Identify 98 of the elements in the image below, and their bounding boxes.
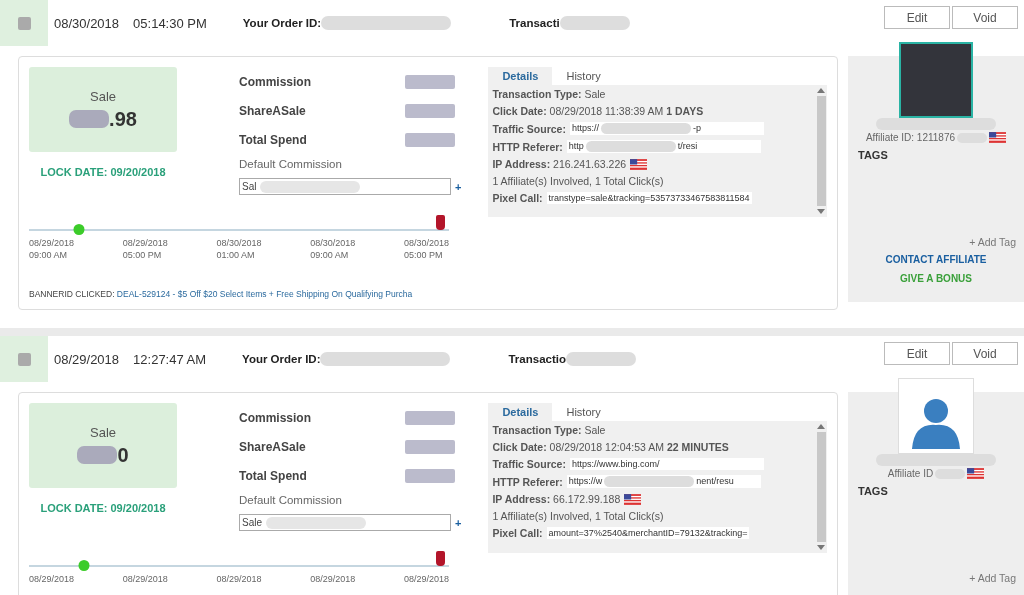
detail-text: IP Address: 66.172.99.188 [492,493,621,506]
affiliate-id: Affiliate ID: 1211876 [865,132,956,143]
add-tag-link[interactable]: + Add Tag [969,572,1016,585]
detail-field: transtype=sale&tracking=53573733467583811584 [546,192,752,204]
tab[interactable]: History [552,403,615,422]
detail-field: amount=37%2540&merchantID=79132&tracking= [546,527,750,540]
detail-label: Pixel Call: [492,527,543,540]
transaction-date: 08/29/2018 [54,351,120,367]
detail-label: Pixel Call: [492,192,543,204]
redacted-block [405,74,456,89]
detail-text: Click Date: 08/29/2018 12:04:53 AM 22 MINUTES [492,441,729,454]
field-label: Commission [239,74,311,89]
detail-text: IP Address: 216.241.63.226 [492,158,627,170]
detail-text: Transaction Type: Sale [492,88,606,100]
tab[interactable]: Details [488,403,553,422]
detail-field: https://www.bing.com/ [569,458,764,471]
scroll-up-icon[interactable] [817,88,825,93]
add-tag-link[interactable]: + Add Tag [969,236,1016,248]
action-button[interactable]: Edit [884,6,950,29]
tags-label: TAGS [858,149,888,161]
sale-label: Sale [90,424,116,440]
scroll-up-icon[interactable] [817,424,825,430]
redacted-block [405,132,456,147]
detail-text: Click Date: 08/29/2018 11:38:39 AM 1 DAYS [492,105,704,117]
timeline-tick-label: 08/29/2018 05:00 PM [122,237,168,262]
redacted-block [405,468,456,483]
field-label: Total Spend [239,132,307,147]
detail-field: https:// -p [569,122,764,135]
field-label: ShareASale [239,103,306,118]
transaction-time: 05:14:30 PM [133,15,207,31]
detail-field: https://w nent/resu [566,475,761,489]
transaction-time: 12:27:47 AM [133,351,207,367]
default-commission-label: Default Commission [239,494,343,507]
timeline-tick-label: 08/30/2018 01:00 AM [216,237,262,262]
banner-clicked-text: BANNERID CLICKED: DEAL-529124 - $5 Off $20 Select Items + Free Shipping On Qualifying Purcha [29,289,413,300]
transaction-date: 08/30/2018 [54,15,120,31]
detail-text: Transaction Type: Sale [492,424,606,437]
redacted-block [957,132,988,143]
us-flag-icon [989,132,1007,143]
timeline-tick-label: 08/30/2018 05:00 PM [403,237,449,262]
detail-label: HTTP Referer: [492,140,563,153]
add-button[interactable]: + [455,516,462,529]
detail-label: Traffic Source: [492,458,566,471]
lock-marker [436,215,445,230]
scroll-down-icon[interactable] [817,209,825,214]
transaction-label: Transacti [509,17,560,29]
commission-input[interactable]: Sal [239,178,451,195]
field-label: ShareASale [239,439,306,454]
affiliate-id: Affiliate ID [887,468,934,480]
lock-date: LOCK DATE: 09/20/2018 [40,502,166,515]
contact-affiliate-link[interactable]: CONTACT AFFILIATE [885,254,987,265]
detail-note: 1 Affiliate(s) Involved, 1 Total Click(s) [492,510,664,523]
timeline-tick-label: 08/29/2018 [403,573,449,586]
banner-link[interactable]: DEAL-529124 - $5 Off $20 Select Items + Free Shipping On Qualifying Purcha [116,289,413,300]
redacted-block [405,439,456,454]
lock-date: LOCK DATE: 09/20/2018 [40,166,166,178]
timeline-tick-label: 08/29/2018 [29,573,75,586]
tags-label: TAGS [858,485,888,498]
action-button[interactable]: Void [952,6,1018,29]
sale-label: Sale [90,88,116,104]
sale-amount: .98 [109,107,137,131]
action-button[interactable]: Void [952,342,1018,366]
redacted-block [405,103,456,118]
redacted-block [559,16,630,30]
redacted-block [566,352,636,367]
commission-input[interactable]: Sale [239,514,451,532]
scroll-down-icon[interactable] [817,545,825,551]
sale-amount: 0 [117,443,129,467]
redacted-block [405,410,456,425]
timeline-tick-label: 08/29/2018 [216,573,262,586]
timeline-marker[interactable] [73,224,85,235]
order-id-label: Your Order ID: [242,353,321,366]
detail-label: Traffic Source: [492,122,566,135]
timeline-tick-label: 08/30/2018 09:00 AM [310,237,356,262]
redacted-block [77,446,118,465]
field-label: Total Spend [239,468,307,483]
timeline-tick-label: 08/29/2018 [310,573,356,586]
us-flag-icon [630,158,648,170]
action-button[interactable]: Edit [884,342,950,366]
us-flag-icon [967,468,985,480]
timeline-marker[interactable] [78,560,90,572]
detail-label: HTTP Referer: [492,475,563,488]
detail-note: 1 Affiliate(s) Involved, 1 Total Click(s) [492,175,664,187]
timeline-tick-label: 08/29/2018 [122,573,168,586]
timeline-tick-label: 08/29/2018 09:00 AM [29,237,75,262]
redacted-block [69,110,110,128]
tab[interactable]: Details [488,67,553,85]
lock-marker [436,551,445,567]
transaction-label: Transactio [508,353,566,366]
us-flag-icon [624,493,642,505]
row-checkbox[interactable] [17,352,31,366]
add-button[interactable]: + [455,180,462,193]
detail-field: http t/resi [566,140,761,153]
order-id-label: Your Order ID: [242,17,322,29]
default-commission-label: Default Commission [239,158,343,170]
field-label: Commission [239,410,311,425]
tab[interactable]: History [552,67,615,85]
row-checkbox[interactable] [17,16,31,30]
